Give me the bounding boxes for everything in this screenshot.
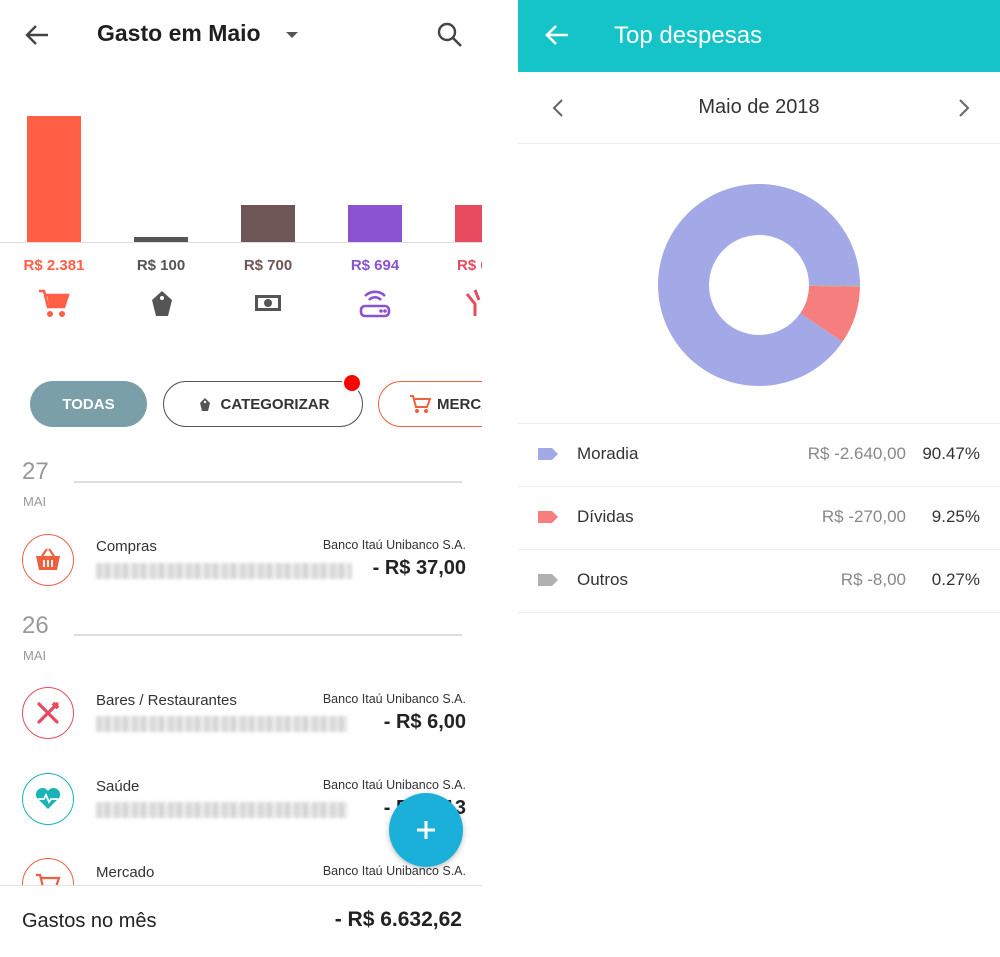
notification-dot: [342, 373, 362, 393]
category-bar-chart: [0, 72, 482, 242]
label-tag-icon: [538, 574, 558, 586]
transaction-icon-compras: [22, 534, 74, 586]
screen-divider: [482, 0, 518, 957]
filter-chip-categorize[interactable]: CATEGORIZAR: [163, 381, 363, 427]
label-tag-icon: [538, 511, 558, 523]
category-bar-3[interactable]: [241, 205, 295, 242]
hands-icon[interactable]: [463, 286, 482, 320]
legend-name: Outros: [577, 570, 629, 589]
fork-knife-icon: [37, 701, 60, 724]
monthly-total-bar: Gastos no mês - R$ 6.632,62: [0, 885, 482, 957]
router-icon[interactable]: [358, 286, 392, 320]
chart-baseline: [0, 242, 482, 243]
legend-row-outros[interactable]: Outros R$ -8,00 0.27%: [518, 550, 1000, 613]
back-arrow-icon[interactable]: [22, 20, 52, 50]
category-bar-5[interactable]: [455, 205, 482, 242]
back-arrow-icon[interactable]: [542, 20, 572, 50]
transaction-amount: - R$ 6,00: [383, 711, 466, 733]
category-amount: R$ 694: [350, 257, 400, 274]
legend-amount: R$ -270,00: [821, 507, 906, 526]
transaction-description-blurred: [96, 563, 352, 579]
tag-icon: [199, 398, 210, 411]
category-amount: R$ 700: [243, 257, 293, 274]
cart-icon: [410, 395, 431, 413]
transaction-bank: Banco Itaú Unibanco S.A.: [322, 538, 466, 552]
label-tag-icon: [538, 448, 558, 460]
legend-percent: 90.47%: [922, 444, 980, 463]
monthly-total-label: Gastos no mês: [22, 910, 157, 932]
month-label: Maio de 2018: [698, 96, 820, 118]
cash-icon[interactable]: [251, 286, 285, 320]
category-amount: R$ 100: [136, 257, 186, 274]
top-bar: Gasto em Maio: [0, 0, 482, 72]
date-month: MAI: [23, 494, 47, 509]
legend-amount: R$ -2.640,00: [807, 444, 906, 463]
expenses-donut-chart: [658, 183, 860, 386]
top-expenses-screen: Top despesas Maio de 2018 Moradia R$ -2.…: [518, 0, 1000, 957]
filter-chip-all[interactable]: TODAS: [30, 381, 147, 427]
legend-row-moradia[interactable]: Moradia R$ -2.640,00 90.47%: [518, 424, 1000, 487]
spending-screen: Gasto em Maio R$ 2.381 R$ 100 R$ 700 R$ …: [0, 0, 482, 957]
category-amount: R$ 2.381: [23, 257, 85, 274]
date-day: 26: [22, 612, 49, 639]
chip-label: MERCADO: [437, 395, 482, 413]
legend-percent: 0.27%: [931, 570, 980, 589]
search-icon[interactable]: [435, 20, 465, 50]
transaction-description-blurred: [96, 802, 348, 818]
date-day: 27: [22, 458, 49, 485]
transaction-category: Saúde: [96, 778, 140, 795]
legend-percent: 9.25%: [931, 507, 980, 526]
heart-pulse-icon: [35, 787, 61, 809]
chevron-down-icon[interactable]: [286, 32, 298, 38]
month-selector: Maio de 2018: [518, 72, 1000, 144]
transaction-icon-health: [22, 773, 74, 825]
transaction-bank: Banco Itaú Unibanco S.A.: [322, 778, 466, 792]
category-bar-4[interactable]: [348, 205, 402, 242]
chip-label: CATEGORIZAR: [220, 395, 330, 413]
top-bar: Top despesas: [518, 0, 1000, 72]
page-title[interactable]: Gasto em Maio: [97, 20, 261, 47]
category-bar-1[interactable]: [27, 116, 81, 242]
transaction-description-blurred: [96, 716, 348, 732]
monthly-total-value: - R$ 6.632,62: [334, 908, 462, 931]
transaction-category: Compras: [96, 538, 157, 555]
category-amount: R$ 6: [457, 257, 482, 274]
chevron-right-icon[interactable]: [952, 96, 974, 120]
transaction-bank: Banco Itaú Unibanco S.A.: [322, 692, 466, 706]
transaction-category: Mercado: [96, 864, 155, 881]
date-divider: [74, 634, 462, 636]
transaction-bank: Banco Itaú Unibanco S.A.: [322, 864, 466, 878]
legend-name: Moradia: [577, 444, 639, 463]
page-title: Top despesas: [614, 22, 763, 49]
legend-row-dividas[interactable]: Dívidas R$ -270,00 9.25%: [518, 487, 1000, 550]
plus-icon: [417, 821, 435, 839]
add-transaction-button[interactable]: [389, 793, 463, 867]
basket-icon: [36, 548, 60, 570]
legend-name: Dívidas: [577, 507, 634, 526]
filter-chip-market[interactable]: MERCADO: [378, 381, 482, 427]
tag-icon[interactable]: [144, 286, 178, 320]
legend-amount: R$ -8,00: [840, 570, 906, 589]
transaction-amount: - R$ 37,00: [372, 557, 466, 579]
date-month: MAI: [23, 648, 47, 663]
transaction-icon-restaurants: [22, 687, 74, 739]
transaction-category: Bares / Restaurantes: [96, 692, 237, 709]
date-divider: [74, 481, 462, 483]
cart-icon[interactable]: [37, 286, 71, 320]
